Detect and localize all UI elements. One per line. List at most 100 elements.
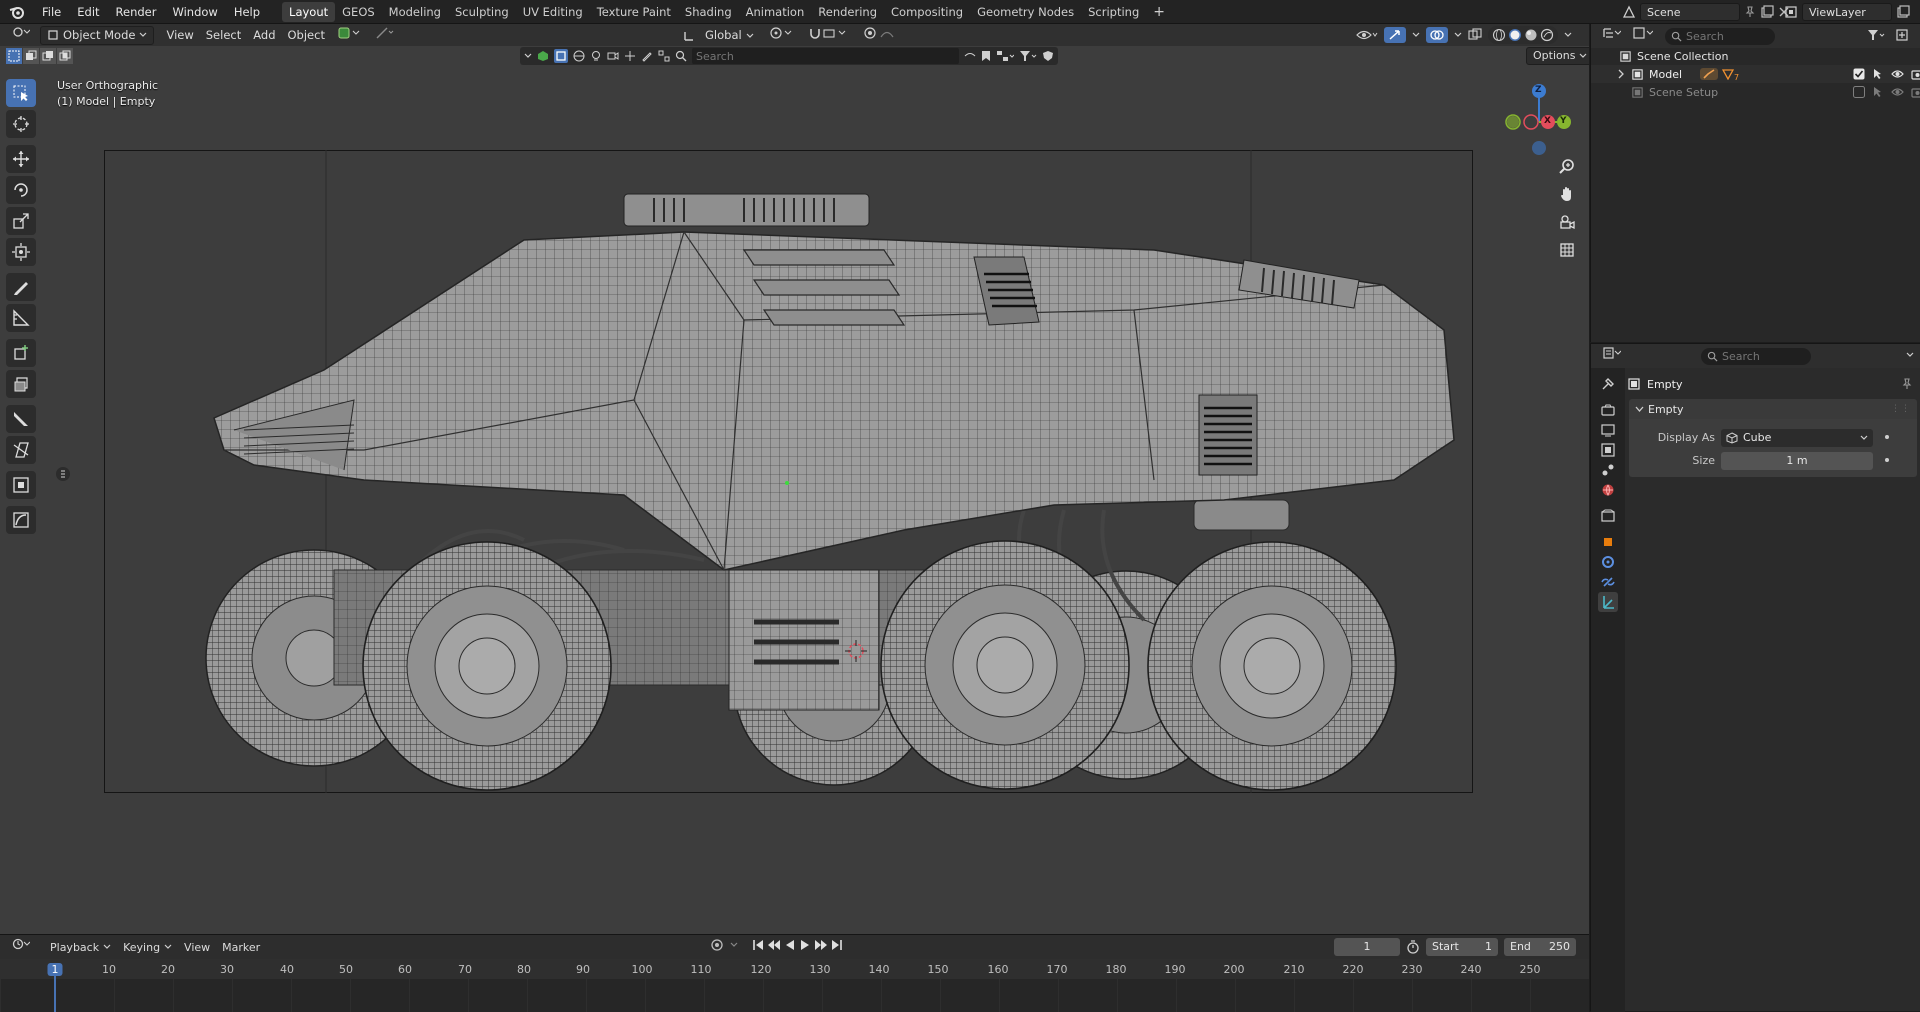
jump-end-icon[interactable] — [831, 939, 843, 951]
view-layer-tab-icon[interactable] — [1598, 440, 1618, 460]
world-tab-icon[interactable] — [1598, 480, 1618, 500]
scene-name-field[interactable]: Scene — [1640, 3, 1740, 21]
add-workspace-button[interactable]: + — [1146, 2, 1172, 22]
tab-uv-editing[interactable]: UV Editing — [516, 2, 590, 22]
tab-sculpting[interactable]: Sculpting — [448, 2, 516, 22]
add-cube-tool[interactable] — [6, 339, 36, 367]
object-filter-camera-icon[interactable] — [607, 50, 619, 62]
properties-editor-type-icon[interactable] — [1597, 346, 1627, 366]
tab-shading[interactable]: Shading — [678, 2, 739, 22]
outliner-row-model[interactable]: Model 7 — [1591, 65, 1920, 83]
object-filter-other-icon[interactable] — [658, 50, 670, 62]
visibility-eye-icon[interactable] — [1356, 28, 1378, 42]
stopwatch-icon[interactable] — [1406, 940, 1420, 954]
object-filter-sphere-icon[interactable] — [573, 50, 585, 62]
jump-keyframe-forward-icon[interactable] — [814, 939, 828, 951]
rover-model[interactable] — [104, 150, 1473, 793]
camera-render-icon[interactable] — [1911, 86, 1920, 98]
collapse-toolbar-icon[interactable] — [56, 467, 70, 481]
play-reverse-icon[interactable] — [784, 939, 796, 951]
chevron-down-icon[interactable] — [730, 942, 738, 948]
restrict-toggle-icon[interactable] — [964, 50, 976, 62]
scene-tab-icon[interactable] — [1598, 460, 1618, 480]
tab-geometry-nodes[interactable]: Geometry Nodes — [970, 2, 1081, 22]
camera-render-icon[interactable] — [1911, 68, 1920, 80]
transform-tool[interactable] — [6, 238, 36, 266]
tab-compositing[interactable]: Compositing — [884, 2, 970, 22]
tab-scripting[interactable]: Scripting — [1081, 2, 1146, 22]
tab-animation[interactable]: Animation — [739, 2, 812, 22]
inset-tool[interactable] — [6, 471, 36, 499]
checkbox-icon[interactable] — [1853, 68, 1865, 80]
tab-geos[interactable]: GEOS — [335, 2, 382, 22]
extrude-tool[interactable] — [6, 370, 36, 398]
playback-menu[interactable]: Playback — [44, 938, 117, 957]
cursor-tool[interactable] — [6, 110, 36, 138]
options-dropdown[interactable]: Options — [1526, 47, 1589, 65]
menu-window[interactable]: Window — [164, 0, 225, 24]
play-icon[interactable] — [799, 939, 811, 951]
display-as-dropdown[interactable]: Cube — [1721, 429, 1873, 447]
select-intersect-icon[interactable] — [57, 48, 73, 64]
select-box-tool[interactable] — [6, 79, 36, 107]
chevron-down-icon[interactable] — [524, 53, 532, 59]
object-filter-grease-icon[interactable] — [641, 50, 653, 62]
menu-edit[interactable]: Edit — [69, 0, 107, 24]
shear-tool[interactable] — [6, 436, 36, 464]
keying-menu[interactable]: Keying — [117, 938, 178, 957]
jump-start-icon[interactable] — [752, 939, 764, 951]
solid-shading-icon[interactable] — [1508, 28, 1522, 42]
view-layer-field[interactable]: ViewLayer — [1802, 3, 1892, 21]
pivot-point-icon[interactable] — [763, 26, 799, 45]
scale-tool[interactable] — [6, 207, 36, 235]
pin-icon[interactable] — [1901, 378, 1913, 390]
modifier-tab-icon[interactable] — [1598, 552, 1618, 572]
data-tab-icon[interactable] — [1598, 592, 1618, 612]
display-mode-icon[interactable] — [1627, 26, 1659, 46]
new-scene-icon[interactable] — [1760, 5, 1774, 19]
collection-tab-icon[interactable] — [1598, 506, 1618, 526]
wireframe-shading-icon[interactable] — [1492, 28, 1506, 42]
chevron-down-icon[interactable] — [1564, 32, 1572, 38]
menu-view[interactable]: View — [160, 26, 199, 45]
chevron-down-icon[interactable] — [1454, 32, 1462, 38]
orientation-dropdown[interactable]: Global — [699, 26, 760, 45]
object-filter-mesh-icon[interactable] — [537, 50, 549, 62]
timeline-editor[interactable]: Playback Keying View Marker 1 Start 1 End… — [0, 934, 1589, 1012]
chevron-down-icon[interactable] — [1412, 32, 1420, 38]
object-tab-icon[interactable] — [1598, 532, 1618, 552]
filter-funnel-icon[interactable] — [1867, 28, 1885, 42]
snap-icon[interactable] — [369, 26, 401, 45]
object-filter-cube-icon[interactable] — [554, 49, 568, 63]
new-view-layer-icon[interactable] — [1896, 5, 1910, 19]
pin-icon[interactable] — [1744, 6, 1756, 18]
select-arrow-icon[interactable] — [1872, 86, 1884, 98]
menu-help[interactable]: Help — [226, 0, 268, 24]
timeline-editor-type-icon[interactable] — [6, 938, 36, 957]
overlays-toggle-icon[interactable] — [1426, 27, 1448, 43]
properties-search-input[interactable] — [1722, 348, 1806, 364]
outliner-editor-type-icon[interactable] — [1597, 27, 1627, 46]
empty-panel-header[interactable]: Empty ⋮⋮ — [1629, 399, 1917, 419]
editor-type-icon[interactable] — [6, 26, 36, 45]
menu-file[interactable]: File — [34, 0, 69, 24]
object-type-visibility-icon[interactable] — [331, 26, 369, 45]
properties-editor[interactable]: Empty Empty ⋮⋮ Display As Cube Size 1 m — [1590, 343, 1920, 1012]
new-collection-icon[interactable] — [1895, 28, 1909, 42]
jump-keyframe-back-icon[interactable] — [767, 939, 781, 951]
marker-menu[interactable]: Marker — [216, 938, 266, 957]
tab-rendering[interactable]: Rendering — [811, 2, 884, 22]
chevron-down-icon[interactable] — [1906, 352, 1914, 358]
3d-viewport[interactable]: Object Mode View Select Add Object Globa… — [0, 24, 1589, 934]
snapping-magnet-icon[interactable] — [802, 26, 854, 45]
expand-arrow-icon[interactable] — [1617, 69, 1625, 79]
timeline-view-menu[interactable]: View — [178, 938, 216, 957]
object-filter-light-icon[interactable] — [590, 50, 602, 62]
hierarchy-icon[interactable] — [996, 50, 1014, 62]
rendered-shading-icon[interactable] — [1540, 28, 1554, 42]
menu-object[interactable]: Object — [282, 26, 331, 45]
menu-add[interactable]: Add — [247, 26, 281, 45]
eye-icon[interactable] — [1891, 68, 1904, 80]
start-frame-field[interactable]: Start 1 — [1426, 938, 1498, 956]
proportional-editing-icon[interactable] — [857, 26, 909, 45]
